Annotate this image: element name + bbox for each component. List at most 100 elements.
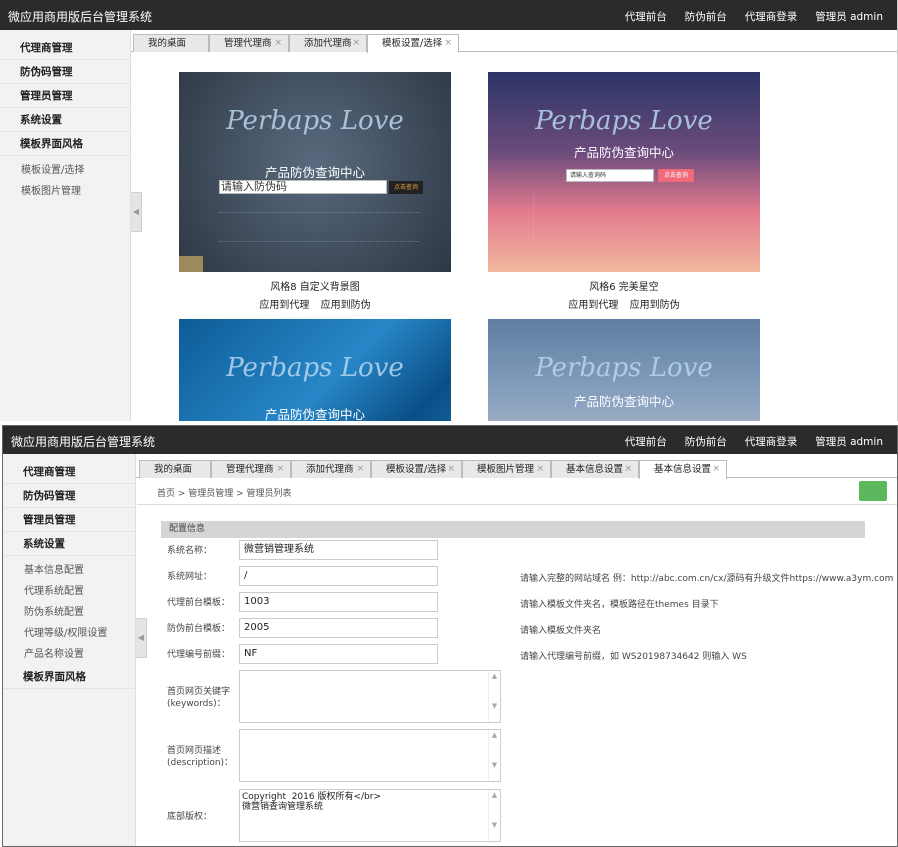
template-instructions — [219, 212, 419, 242]
close-icon[interactable]: × — [444, 35, 452, 52]
tab-template-select[interactable]: 模板设置/选择 × — [367, 34, 459, 53]
sidebar-item-template-style[interactable]: 模板界面风格 — [0, 132, 130, 156]
tab-basic-info-1[interactable]: 基本信息设置 × — [551, 460, 639, 478]
tab-desktop[interactable]: 我的桌面 — [133, 34, 209, 52]
close-icon[interactable]: × — [447, 461, 455, 478]
tab-label: 基本信息设置 — [566, 464, 624, 475]
sidebar-subitem-agent-system[interactable]: 代理系统配置 — [3, 581, 135, 602]
tab-label: 我的桌面 — [148, 38, 187, 49]
anti-fake-template-hint: 请输入模板文件夹名 — [520, 626, 602, 636]
tab-template-images[interactable]: 模板图片管理 × — [462, 460, 551, 478]
tab-bar: 我的桌面 管理代理商 × 添加代理商 × 模板设置/选择 × 模板图片管理 × 基本信息… — [136, 454, 897, 479]
template-logo: Perbaps Love — [535, 106, 713, 136]
agent-template-input[interactable]: 1003 — [239, 592, 438, 612]
system-url-hint: 请输入完整的网站域名 例：http://abc.com.cn/cx/源码有升级文… — [520, 574, 894, 584]
description-textarea[interactable]: ▲ ▼ — [239, 729, 501, 782]
nav-admin-user[interactable]: 管理员 admin — [815, 434, 883, 449]
tab-label: 基本信息设置 — [654, 464, 712, 475]
nav-agent-login[interactable]: 代理商登录 — [745, 434, 798, 449]
sidebar-item-agents[interactable]: 代理商管理 — [3, 460, 135, 484]
sidebar-subitem-template-images[interactable]: 模板图片管理 — [0, 181, 130, 202]
apply-to-anti-fake-link[interactable]: 应用到防伪 — [321, 300, 371, 311]
close-icon[interactable]: × — [274, 35, 282, 52]
nav-agent-front[interactable]: 代理前台 — [625, 9, 667, 24]
sidebar-subitem-template-select[interactable]: 模板设置/选择 — [0, 160, 130, 181]
template-preview-style-sunset[interactable]: Perbaps Love 产品防伪查询中心 — [488, 319, 760, 421]
tab-label: 模板图片管理 — [477, 464, 535, 475]
template-logo: Perbaps Love — [226, 353, 404, 383]
tab-label: 添加代理商 — [306, 464, 354, 475]
anti-fake-template-input[interactable]: 2005 — [239, 618, 438, 638]
tab-bar: 我的桌面 管理代理商 × 添加代理商 × 模板设置/选择 × — [131, 30, 897, 53]
tab-add-agent[interactable]: 添加代理商 × — [289, 34, 367, 52]
nav-admin-user[interactable]: 管理员 admin — [815, 9, 883, 24]
tab-manage-agents[interactable]: 管理代理商 × — [211, 460, 291, 478]
textarea-scrollbar[interactable]: ▲ ▼ — [488, 730, 500, 781]
close-icon[interactable]: × — [624, 461, 632, 478]
apply-to-anti-fake-link[interactable]: 应用到防伪 — [630, 300, 680, 311]
template-subtitle: 产品防伪查询中心 — [573, 394, 674, 409]
nav-anti-fake-front[interactable]: 防伪前台 — [685, 434, 727, 449]
sidebar-item-anti-fake-codes[interactable]: 防伪码管理 — [0, 60, 130, 84]
app-title: 微应用商用版后台管理系统 — [11, 435, 156, 449]
template-preview-style-blue[interactable]: Perbaps Love 产品防伪查询中心 — [179, 319, 451, 421]
sidebar-item-template-style[interactable]: 模板界面风格 — [3, 665, 135, 689]
refresh-button[interactable] — [859, 481, 887, 501]
textarea-scrollbar[interactable]: ▲ ▼ — [488, 790, 500, 841]
sidebar-item-anti-fake-codes[interactable]: 防伪码管理 — [3, 484, 135, 508]
nav-anti-fake-front[interactable]: 防伪前台 — [685, 9, 727, 24]
sidebar-item-system-settings[interactable]: 系统设置 — [3, 532, 135, 556]
basic-settings-window: 微应用商用版后台管理系统 代理前台 防伪前台 代理商登录 管理员 admin 代… — [2, 425, 898, 847]
apply-to-agent-link[interactable]: 应用到代理 — [259, 300, 309, 311]
sidebar-collapse-handle[interactable]: ◀ — [131, 192, 142, 232]
agent-prefix-input[interactable]: NF — [239, 644, 438, 664]
template-query-button: 点击查询 — [389, 181, 423, 194]
template-preview-style8[interactable]: Perbaps Love 产品防伪查询中心 请输入防伪码 点击查询 — [179, 72, 451, 272]
template-actions: 应用到代理 应用到防伪 — [488, 296, 760, 311]
field-label-agent-template: 代理前台模板： — [167, 598, 231, 608]
tab-label: 模板设置/选择 — [386, 464, 447, 475]
config-section-header: 配置信息 — [161, 521, 865, 538]
template-preview-style6[interactable]: Perbaps Love 产品防伪查询中心 请输入查询码 点击查询 — [488, 72, 760, 272]
close-icon[interactable]: × — [356, 461, 364, 478]
close-icon[interactable]: × — [352, 35, 360, 52]
sidebar-item-agents[interactable]: 代理商管理 — [0, 36, 130, 60]
nav-agent-login[interactable]: 代理商登录 — [745, 9, 798, 24]
close-icon[interactable]: × — [276, 461, 284, 478]
sidebar-subitem-agent-levels[interactable]: 代理等级/权限设置 — [3, 623, 135, 644]
tab-label: 添加代理商 — [304, 38, 352, 49]
sidebar-item-system-settings[interactable]: 系统设置 — [0, 108, 130, 132]
tab-basic-info-2[interactable]: 基本信息设置 × — [639, 460, 727, 479]
sidebar-collapse-handle[interactable]: ◀ — [136, 618, 147, 658]
tab-desktop[interactable]: 我的桌面 — [139, 460, 211, 478]
template-logo: Perbaps Love — [535, 353, 713, 383]
divider — [137, 504, 897, 505]
template-subtitle: 产品防伪查询中心 — [264, 165, 365, 180]
top-bar: 微应用商用版后台管理系统 代理前台 防伪前台 代理商登录 管理员 admin — [3, 426, 897, 454]
close-icon[interactable]: × — [712, 461, 720, 478]
field-label-anti-fake-template: 防伪前台模板： — [167, 624, 231, 634]
template-subtitle: 产品防伪查询中心 — [573, 145, 674, 160]
nav-agent-front[interactable]: 代理前台 — [625, 434, 667, 449]
tab-manage-agents[interactable]: 管理代理商 × — [209, 34, 289, 52]
textarea-value: Copyright 2016 版权所有</br> 微营销查询管理系统 — [242, 792, 381, 812]
sidebar-subitem-basic-info[interactable]: 基本信息配置 — [3, 560, 135, 581]
close-icon[interactable]: × — [536, 461, 544, 478]
system-url-input[interactable]: / — [239, 566, 438, 586]
tab-template-select[interactable]: 模板设置/选择 × — [371, 460, 462, 478]
system-name-input[interactable]: 微营销管理系统 — [239, 540, 438, 560]
app-title: 微应用商用版后台管理系统 — [8, 10, 153, 24]
textarea-scrollbar[interactable]: ▲ ▼ — [488, 671, 500, 722]
field-label-description: 首页网页描述 (description)： — [167, 746, 234, 768]
field-label-system-name: 系统名称： — [167, 546, 213, 556]
sidebar-subitem-anti-fake-system[interactable]: 防伪系统配置 — [3, 602, 135, 623]
sidebar-item-admins[interactable]: 管理员管理 — [3, 508, 135, 532]
copyright-textarea[interactable]: Copyright 2016 版权所有</br> 微营销查询管理系统 ▲ ▼ — [239, 789, 501, 842]
apply-to-agent-link[interactable]: 应用到代理 — [568, 300, 618, 311]
tab-add-agent[interactable]: 添加代理商 × — [291, 460, 371, 478]
keywords-textarea[interactable]: ▲ ▼ — [239, 670, 501, 723]
sidebar-item-admins[interactable]: 管理员管理 — [0, 84, 130, 108]
field-label-keywords: 首页网页关键字 (keywords)： — [167, 687, 231, 709]
agent-prefix-hint: 请输入代理编号前缀，如 WS20198734642 则输入 WS — [520, 652, 747, 662]
sidebar-subitem-product-names[interactable]: 产品名称设置 — [3, 644, 135, 665]
